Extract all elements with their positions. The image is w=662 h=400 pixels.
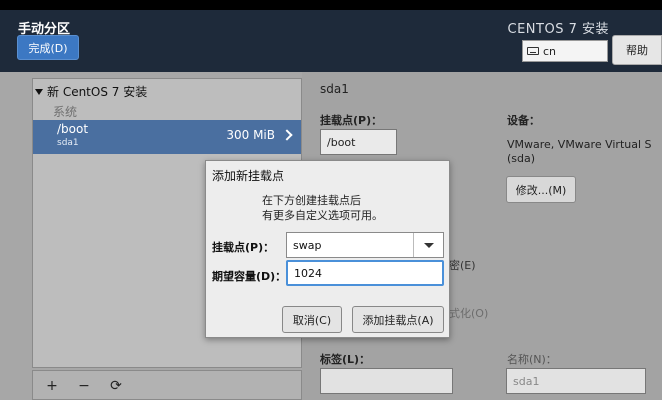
help-button[interactable]: 帮助 <box>612 35 662 65</box>
capacity-input[interactable]: 1024 <box>286 260 444 286</box>
reformat-fragment: 式化(O) <box>449 307 489 320</box>
keyboard-layout-button[interactable]: cn <box>522 40 608 62</box>
remove-partition-button[interactable]: − <box>71 376 97 396</box>
partition-mount: /boot <box>57 122 89 136</box>
mount-point-combo[interactable]: swap <box>286 232 444 258</box>
add-mount-point-button[interactable]: 添加挂载点(A) <box>352 306 444 333</box>
partition-toolbar: + − ⟳ <box>32 370 302 400</box>
device-id: (sda) <box>507 152 536 165</box>
chevron-down-icon <box>423 242 434 248</box>
refresh-button[interactable]: ⟳ <box>103 376 129 396</box>
dialog-description: 在下方创建挂载点后 有更多自定义选项可用。 <box>262 193 383 223</box>
cancel-button[interactable]: 取消(C) <box>282 306 342 333</box>
top-strip <box>0 0 662 10</box>
dialog-desc-line1: 在下方创建挂载点后 <box>262 194 361 207</box>
partition-size: 300 MiB <box>226 128 275 142</box>
mount-point-combo-value[interactable]: swap <box>287 239 413 252</box>
product-title: CENTOS 7 安装 <box>507 22 609 37</box>
plus-icon: + <box>46 378 58 394</box>
done-button[interactable]: 完成(D) <box>17 35 79 60</box>
device-name: VMware, VMware Virtual S <box>507 138 652 151</box>
tag-label: 标签(L)： <box>320 353 371 366</box>
system-section-label: 系统 <box>53 105 78 119</box>
encrypt-fragment: 密(E) <box>449 259 476 272</box>
dialog-capacity-label: 期望容量(D)： <box>212 270 287 283</box>
device-label: 设备： <box>507 114 540 127</box>
expand-triangle-icon <box>35 88 43 95</box>
dialog-title: 添加新挂载点 <box>212 169 285 183</box>
modify-button[interactable]: 修改...(M) <box>506 176 576 203</box>
keyboard-icon <box>527 47 539 55</box>
mount-point-label: 挂载点(P)： <box>320 114 383 127</box>
chevron-right-icon <box>281 129 293 141</box>
tag-input[interactable] <box>320 368 453 394</box>
keyboard-layout-label: cn <box>543 44 557 58</box>
add-mount-point-dialog: 添加新挂载点 在下方创建挂载点后 有更多自定义选项可用。 挂载点(P)： swa… <box>205 160 450 338</box>
partition-row-boot[interactable]: /boot sda1 300 MiB <box>33 120 301 154</box>
name-label: 名称(N)： <box>507 353 557 366</box>
install-group-title: 新 CentOS 7 安装 <box>47 85 148 99</box>
install-group-header[interactable]: 新 CentOS 7 安装 <box>35 83 147 100</box>
add-partition-button[interactable]: + <box>39 376 65 396</box>
partition-device: sda1 <box>57 138 79 148</box>
device-title: sda1 <box>320 82 349 96</box>
mount-point-field[interactable]: /boot <box>320 129 397 155</box>
dialog-desc-line2: 有更多自定义选项可用。 <box>262 209 383 222</box>
minus-icon: − <box>78 378 90 394</box>
name-input[interactable]: sda1 <box>506 368 646 394</box>
dialog-mount-label: 挂载点(P)： <box>212 241 275 254</box>
refresh-icon: ⟳ <box>110 378 122 394</box>
combo-dropdown-button[interactable] <box>413 233 443 257</box>
